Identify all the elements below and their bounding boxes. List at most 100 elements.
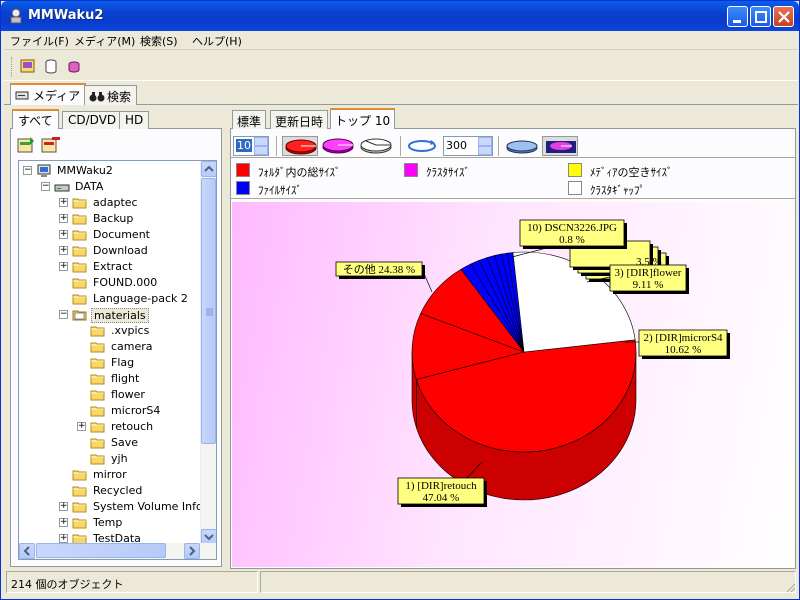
spin-up-button[interactable] xyxy=(478,137,492,146)
maximize-button[interactable] xyxy=(750,6,771,27)
minimize-button[interactable] xyxy=(727,6,748,27)
toolbar-grip[interactable] xyxy=(11,57,14,77)
expand-toggle[interactable]: + xyxy=(59,214,68,223)
expand-toggle[interactable]: + xyxy=(77,422,86,431)
folder-tree[interactable]: − MMWaku2− DATA + adaptec + Backup + Document + Do… xyxy=(18,160,217,560)
tab-modified-date[interactable]: 更新日時 xyxy=(270,110,329,129)
tree-node[interactable]: flight xyxy=(19,371,199,387)
close-button[interactable] xyxy=(773,6,794,27)
expand-toggle[interactable]: + xyxy=(59,230,68,239)
tree-node[interactable]: + Extract xyxy=(19,259,199,275)
tab-hd[interactable]: HD xyxy=(119,111,150,129)
expand-toggle[interactable]: + xyxy=(59,534,68,543)
tree-node[interactable]: + System Volume Infor xyxy=(19,499,207,515)
tree-horizontal-scrollbar[interactable] xyxy=(19,543,216,559)
folder-icon xyxy=(90,374,105,385)
folder-icon xyxy=(90,342,105,353)
tree-node[interactable]: Flag xyxy=(19,355,199,371)
tab-search-label: 検索 xyxy=(107,90,132,104)
magenta-pie-button[interactable] xyxy=(320,136,356,156)
tree-node[interactable]: microrS4 xyxy=(19,403,199,419)
tree-node[interactable]: + Backup xyxy=(19,211,199,227)
rotate-button[interactable] xyxy=(405,136,439,156)
tree-node[interactable]: − DATA xyxy=(19,179,199,195)
expand-toggle[interactable]: + xyxy=(59,518,68,527)
collapse-toggle[interactable]: − xyxy=(23,166,32,175)
menu-file[interactable]: ファイル(F) xyxy=(10,33,69,49)
folder-icon xyxy=(90,358,105,369)
top-count-spinner[interactable]: 10 xyxy=(233,136,269,156)
toolbar-separator xyxy=(276,136,278,156)
tree-node[interactable]: + Temp xyxy=(19,515,199,531)
add-media-icon[interactable] xyxy=(16,135,38,155)
tab-all[interactable]: すべて xyxy=(12,109,59,129)
tree-node-label: adaptec xyxy=(93,196,138,209)
folder-icon xyxy=(90,454,105,465)
folder-icon xyxy=(90,422,105,433)
scroll-left-button[interactable] xyxy=(19,543,35,559)
tree-node[interactable]: − MMWaku2 xyxy=(19,163,199,179)
disk-button[interactable] xyxy=(64,56,84,77)
tree-node[interactable]: + Document xyxy=(19,227,199,243)
scroll-thumb-vertical[interactable] xyxy=(201,178,216,444)
pie-flat-icon xyxy=(506,140,538,154)
resize-grip-icon[interactable] xyxy=(784,581,796,593)
tree-node[interactable]: Language-pack 2 xyxy=(19,291,199,307)
scroll-right-button[interactable] xyxy=(184,543,200,559)
arrow-down-icon xyxy=(204,534,214,541)
legend-swatch xyxy=(568,181,582,195)
pie-chart-area: GG3.5 %10) DSCN3226.JPG0.8 %3) [DIR]flow… xyxy=(232,202,794,567)
tree-node-label: MMWaku2 xyxy=(57,164,113,177)
tree-node[interactable]: Save xyxy=(19,435,199,451)
tab-search[interactable]: 検索 xyxy=(84,85,138,105)
tree-node[interactable]: camera xyxy=(19,339,199,355)
cylinder-button[interactable] xyxy=(41,56,61,77)
tree-node[interactable]: FOUND.000 xyxy=(19,275,199,291)
rotation-spinner[interactable]: 300 xyxy=(443,136,493,156)
tree-node[interactable]: Recycled xyxy=(19,483,199,499)
title-bar[interactable]: MMWaku2 xyxy=(1,1,799,31)
tree-node[interactable]: + retouch xyxy=(19,419,199,435)
tree-node[interactable]: mirror xyxy=(19,467,199,483)
red-pie-button[interactable] xyxy=(282,136,318,156)
spin-down-button[interactable] xyxy=(478,146,492,155)
menu-help[interactable]: ヘルプ(H) xyxy=(192,33,242,49)
menu-media[interactable]: メディア(M) xyxy=(74,33,135,49)
tree-node[interactable]: + Download xyxy=(19,243,199,259)
app-icon xyxy=(10,8,22,24)
remove-media-icon[interactable] xyxy=(40,135,62,155)
collapse-toggle[interactable]: − xyxy=(41,182,50,191)
expand-toggle[interactable]: + xyxy=(59,246,68,255)
white-pie-button[interactable] xyxy=(358,136,394,156)
tab-standard[interactable]: 標準 xyxy=(232,110,267,129)
tree-node[interactable]: yjh xyxy=(19,451,199,467)
tab-media[interactable]: メディア xyxy=(10,83,87,105)
tab-top10[interactable]: トップ 10 xyxy=(330,108,396,129)
legend-label: ｸﾗｽﾀｻｲｽﾞ xyxy=(426,166,470,179)
tall-pie-button[interactable] xyxy=(542,136,578,156)
collapse-toggle[interactable]: − xyxy=(59,310,68,319)
expand-toggle[interactable]: + xyxy=(59,502,68,511)
tree-node-label: Save xyxy=(111,436,139,449)
legend-swatch xyxy=(568,163,582,177)
panel-splitter[interactable] xyxy=(225,107,228,569)
folder-icon xyxy=(90,438,105,449)
menu-search[interactable]: 検索(S) xyxy=(140,33,178,49)
pie-3d-red-icon xyxy=(285,139,317,155)
scroll-up-button[interactable] xyxy=(201,161,216,177)
tree-vertical-scrollbar[interactable] xyxy=(200,161,216,545)
expand-toggle[interactable]: + xyxy=(59,262,68,271)
tree-node[interactable]: .xvpics xyxy=(19,323,199,339)
spin-down-button[interactable] xyxy=(254,146,268,155)
flat-pie-button[interactable] xyxy=(504,136,540,156)
tree-node[interactable]: − materials xyxy=(19,307,199,323)
open-media-button[interactable] xyxy=(18,56,38,77)
spin-up-button[interactable] xyxy=(254,137,268,146)
tree-node[interactable]: + adaptec xyxy=(19,195,199,211)
tree-node[interactable]: flower xyxy=(19,387,199,403)
slice-label-name: 1) [DIR]retouch xyxy=(405,480,477,492)
expand-toggle[interactable]: + xyxy=(59,198,68,207)
tab-cd-dvd[interactable]: CD/DVD xyxy=(62,111,123,129)
scroll-thumb-horizontal[interactable] xyxy=(36,543,166,558)
legend-label: ｸﾗｽﾀｷﾞｬｯﾌﾟ xyxy=(590,184,645,197)
